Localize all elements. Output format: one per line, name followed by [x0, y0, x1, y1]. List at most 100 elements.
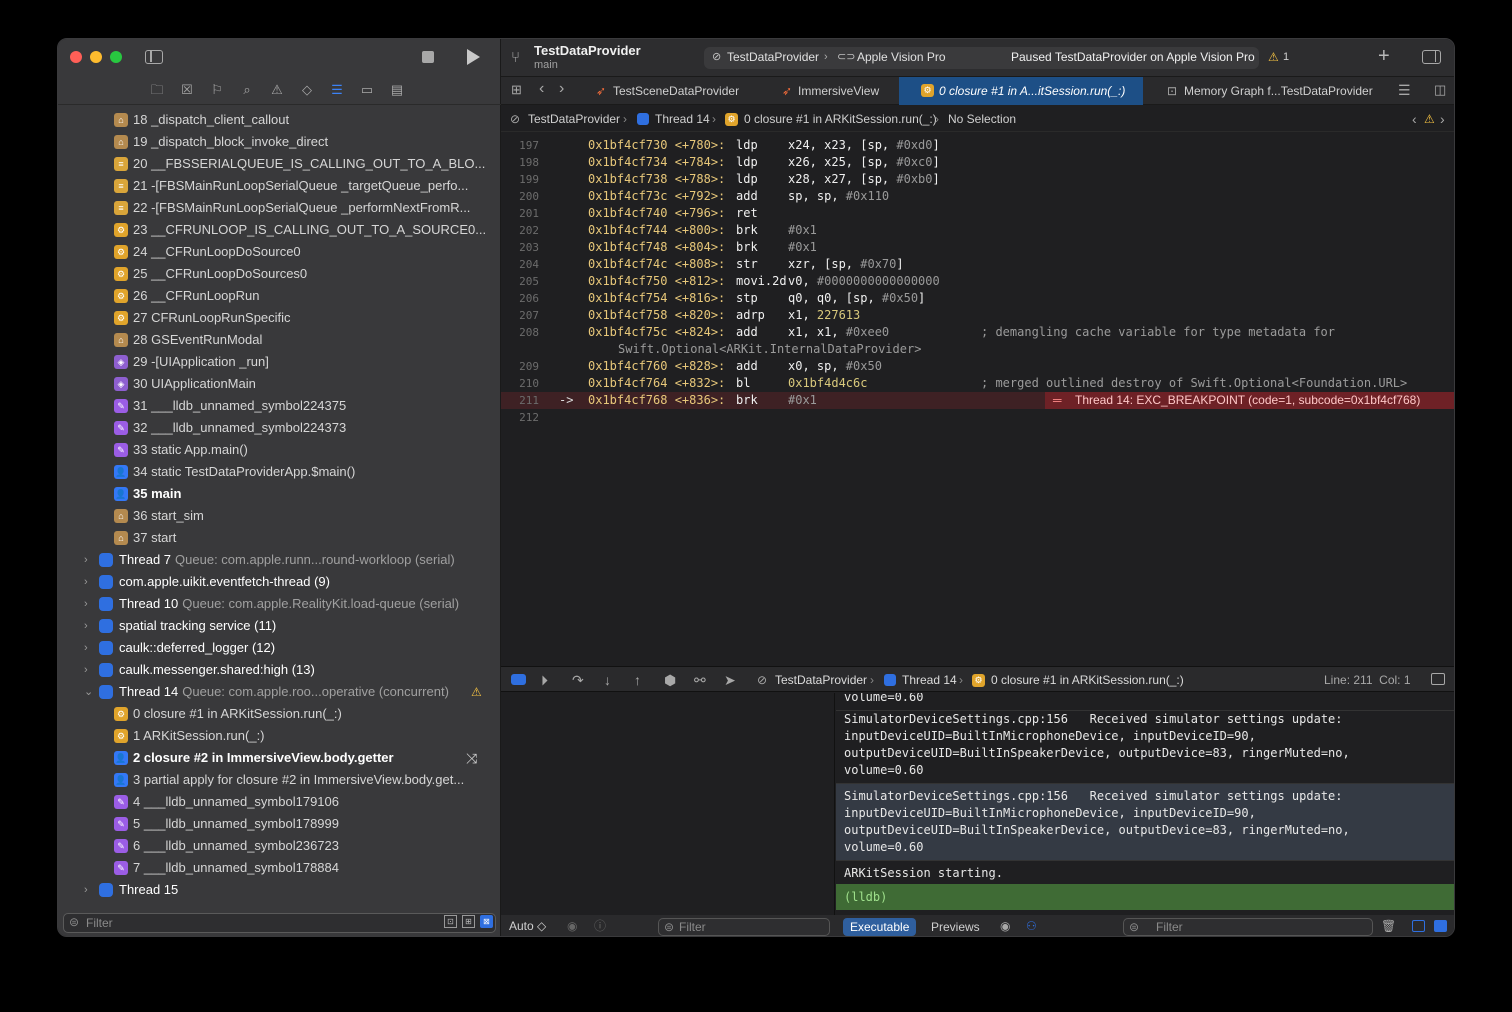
- console-view[interactable]: volume=0.60 SimulatorDeviceSettings.cpp:…: [836, 693, 1454, 915]
- sidebar-toggle-icon[interactable]: [145, 50, 163, 64]
- filter-frames-icon[interactable]: ⊡: [444, 915, 457, 928]
- hide-debug-area-icon[interactable]: [1431, 673, 1445, 685]
- code-line[interactable]: 206 0x1bf4cf754 <+816>: stp q0, q0, [sp, #0…: [501, 290, 1454, 307]
- stack-frame-row[interactable]: ⌂ 37 start: [58, 527, 501, 549]
- thread-row[interactable]: › com.apple.uikit.eventfetch-thread (9): [58, 571, 501, 593]
- thread-row[interactable]: › caulk::deferred_logger (12): [58, 637, 501, 659]
- warning-icon[interactable]: ⚠: [1268, 50, 1279, 64]
- stack-frame-row[interactable]: ◈ 29 -[UIApplication _run]: [58, 351, 501, 373]
- variables-scope-selector[interactable]: Auto ◇: [509, 915, 546, 936]
- lldb-prompt[interactable]: (lldb): [836, 884, 1454, 910]
- thread-row[interactable]: › spatial tracking service (11): [58, 615, 501, 637]
- warning-icon[interactable]: ⚠: [1424, 106, 1435, 132]
- code-line[interactable]: 208 0x1bf4cf75c <+824>: add x1, x1, #0xee0;…: [501, 324, 1454, 341]
- stack-frame-row[interactable]: ✎ 5 ___lldb_unnamed_symbol178999: [58, 813, 501, 835]
- run-button-icon[interactable]: [467, 49, 480, 65]
- jumpbar-selection[interactable]: No Selection: [948, 106, 1016, 132]
- stack-frame-row[interactable]: ≡ 21 -[FBSMainRunLoopSerialQueue _targetQ…: [58, 175, 501, 197]
- thread-row[interactable]: › Thread 7 Queue: com.apple.runn...round-w…: [58, 549, 501, 571]
- filter-crashed-icon[interactable]: ⊞: [462, 915, 475, 928]
- thread-row[interactable]: › caulk.messenger.shared:high (13): [58, 659, 501, 681]
- chevron-right-icon[interactable]: ›: [84, 879, 88, 901]
- code-line[interactable]: 200 0x1bf4cf73c <+792>: add sp, sp, #0x110: [501, 188, 1454, 205]
- eye-icon[interactable]: ◉: [567, 915, 577, 936]
- warning-count[interactable]: 1: [1283, 51, 1289, 63]
- previews-output-tab[interactable]: Previews: [924, 918, 987, 936]
- chevron-right-icon[interactable]: ›: [84, 571, 88, 593]
- stack-frame-row[interactable]: ⚙ 0 closure #1 in ARKitSession.run(_:): [58, 703, 501, 725]
- stack-frame-row[interactable]: ◈ 30 UIApplicationMain: [58, 373, 501, 395]
- trash-icon[interactable]: 🗑: [1381, 915, 1396, 936]
- show-console-icon[interactable]: [1434, 920, 1447, 932]
- stack-frame-row[interactable]: ⚙ 26 __CFRunLoopRun: [58, 285, 501, 307]
- stack-frame-row[interactable]: ✎ 4 ___lldb_unnamed_symbol179106: [58, 791, 501, 813]
- previous-issue-icon[interactable]: ‹: [1412, 106, 1417, 132]
- debugbar-project[interactable]: TestDataProvider: [775, 667, 867, 693]
- code-line[interactable]: 212: [501, 409, 1454, 426]
- info-icon[interactable]: ⓘ: [594, 915, 606, 936]
- zoom-window-button[interactable]: [110, 51, 122, 63]
- test-navigator-icon[interactable]: ◇: [299, 82, 315, 98]
- stack-frame-row[interactable]: ≡ 22 -[FBSMainRunLoopSerialQueue _perform…: [58, 197, 501, 219]
- variables-view[interactable]: [501, 693, 835, 915]
- breakpoints-toggle-icon[interactable]: [511, 674, 526, 685]
- source-control-navigator-icon[interactable]: ☒: [179, 82, 195, 98]
- debugbar-frame[interactable]: 0 closure #1 in ARKitSession.run(_:): [991, 667, 1184, 693]
- jumpbar-project[interactable]: TestDataProvider: [528, 106, 620, 132]
- stack-frame-row[interactable]: ⌂ 18 _dispatch_client_callout: [58, 109, 501, 131]
- show-variables-icon[interactable]: [1412, 920, 1425, 932]
- stack-frame-row[interactable]: 👤 3 partial apply for closure #2 in Immer…: [58, 769, 501, 791]
- branch-name[interactable]: main: [534, 59, 558, 71]
- stack-frame-row[interactable]: ⚙ 1 ARKitSession.run(_:): [58, 725, 501, 747]
- stack-frame-row[interactable]: ⌂ 28 GSEventRunModal: [58, 329, 501, 351]
- stack-frame-row[interactable]: ⚙ 27 CFRunLoopRunSpecific: [58, 307, 501, 329]
- scheme-selector[interactable]: TestDataProvider: [727, 50, 819, 64]
- destination-selector[interactable]: Apple Vision Pro: [857, 50, 946, 64]
- chevron-right-icon[interactable]: ›: [84, 637, 88, 659]
- code-line[interactable]: 198 0x1bf4cf734 <+784>: ldp x26, x25, [sp, …: [501, 154, 1454, 171]
- forward-chevron-icon[interactable]: ›: [559, 80, 564, 98]
- stack-frame-row[interactable]: 👤 2 closure #2 in ImmersiveView.body.gett…: [58, 747, 501, 769]
- stack-frame-row[interactable]: ✎ 6 ___lldb_unnamed_symbol236723: [58, 835, 501, 857]
- navigator-filter-field[interactable]: ⊜ Filter ⊡ ⊞ ⊠: [63, 913, 496, 933]
- chevron-right-icon[interactable]: ›: [84, 615, 88, 637]
- code-line[interactable]: 201 0x1bf4cf740 <+796>: ret: [501, 205, 1454, 222]
- memory-graph-icon[interactable]: ⚯: [694, 667, 706, 693]
- stack-frame-row[interactable]: ⚙ 25 __CFRunLoopDoSources0: [58, 263, 501, 285]
- executable-output-tab[interactable]: Executable: [843, 918, 917, 936]
- jumpbar-thread[interactable]: Thread 14: [655, 106, 710, 132]
- related-items-icon[interactable]: ⊞: [511, 82, 522, 98]
- step-over-icon[interactable]: ↷: [572, 667, 584, 693]
- stack-frame-row[interactable]: ≡ 20 __FBSSERIALQUEUE_IS_CALLING_OUT_TO_A…: [58, 153, 501, 175]
- find-navigator-icon[interactable]: ⌕: [239, 82, 255, 98]
- code-line[interactable]: 207 0x1bf4cf758 <+820>: adrp x1, 227613: [501, 307, 1454, 324]
- location-icon[interactable]: ➤: [724, 667, 736, 693]
- tab-closure-frame[interactable]: ⚙ 0 closure #1 in A...itSession.run(_:): [899, 77, 1143, 105]
- add-icon[interactable]: +: [1378, 45, 1390, 68]
- chevron-right-icon[interactable]: ›: [84, 593, 88, 615]
- close-window-button[interactable]: [70, 51, 82, 63]
- tab-immersive-view[interactable]: ➶ ImmersiveView: [774, 77, 899, 105]
- tab-memory-graph[interactable]: ⊡ Memory Graph f...TestDataProvider: [1143, 77, 1383, 105]
- chevron-right-icon[interactable]: ›: [84, 549, 88, 571]
- breakpoint-navigator-icon[interactable]: ▭: [359, 82, 375, 98]
- chevron-right-icon[interactable]: ›: [84, 659, 88, 681]
- issue-navigator-icon[interactable]: ⚠: [269, 82, 285, 98]
- stack-frame-row[interactable]: ✎ 31 ___lldb_unnamed_symbol224375: [58, 395, 501, 417]
- step-into-icon[interactable]: ↓: [604, 667, 611, 693]
- disassembly-view[interactable]: 197 0x1bf4cf730 <+780>: ldp x24, x23, [sp, …: [501, 133, 1454, 664]
- console-filter-field[interactable]: ⊜ Filter: [1123, 918, 1373, 936]
- report-navigator-icon[interactable]: ▤: [389, 82, 405, 98]
- breakpoint-annotation[interactable]: ═ Thread 14: EXC_BREAKPOINT (code=1, subc…: [1045, 392, 1454, 409]
- project-navigator-icon[interactable]: 🗀: [149, 82, 165, 98]
- code-line[interactable]: 202 0x1bf4cf744 <+800>: brk #0x1: [501, 222, 1454, 239]
- code-line[interactable]: 205 0x1bf4cf750 <+812>: movi.2d v0, #000000…: [501, 273, 1454, 290]
- shuffle-icon[interactable]: ⤨: [466, 747, 477, 769]
- jumpbar-frame[interactable]: 0 closure #1 in ARKitSession.run(_:): [744, 106, 937, 132]
- code-line[interactable]: 209 0x1bf4cf760 <+828>: add x0, sp, #0x50: [501, 358, 1454, 375]
- stack-frame-row[interactable]: ✎ 7 ___lldb_unnamed_symbol178884: [58, 857, 501, 879]
- thread-row[interactable]: › Thread 15: [58, 879, 501, 901]
- minimize-window-button[interactable]: [90, 51, 102, 63]
- thread-row[interactable]: ⌄ Thread 14 Queue: com.apple.roo...operati…: [58, 681, 501, 703]
- stack-frame-row[interactable]: ⌂ 36 start_sim: [58, 505, 501, 527]
